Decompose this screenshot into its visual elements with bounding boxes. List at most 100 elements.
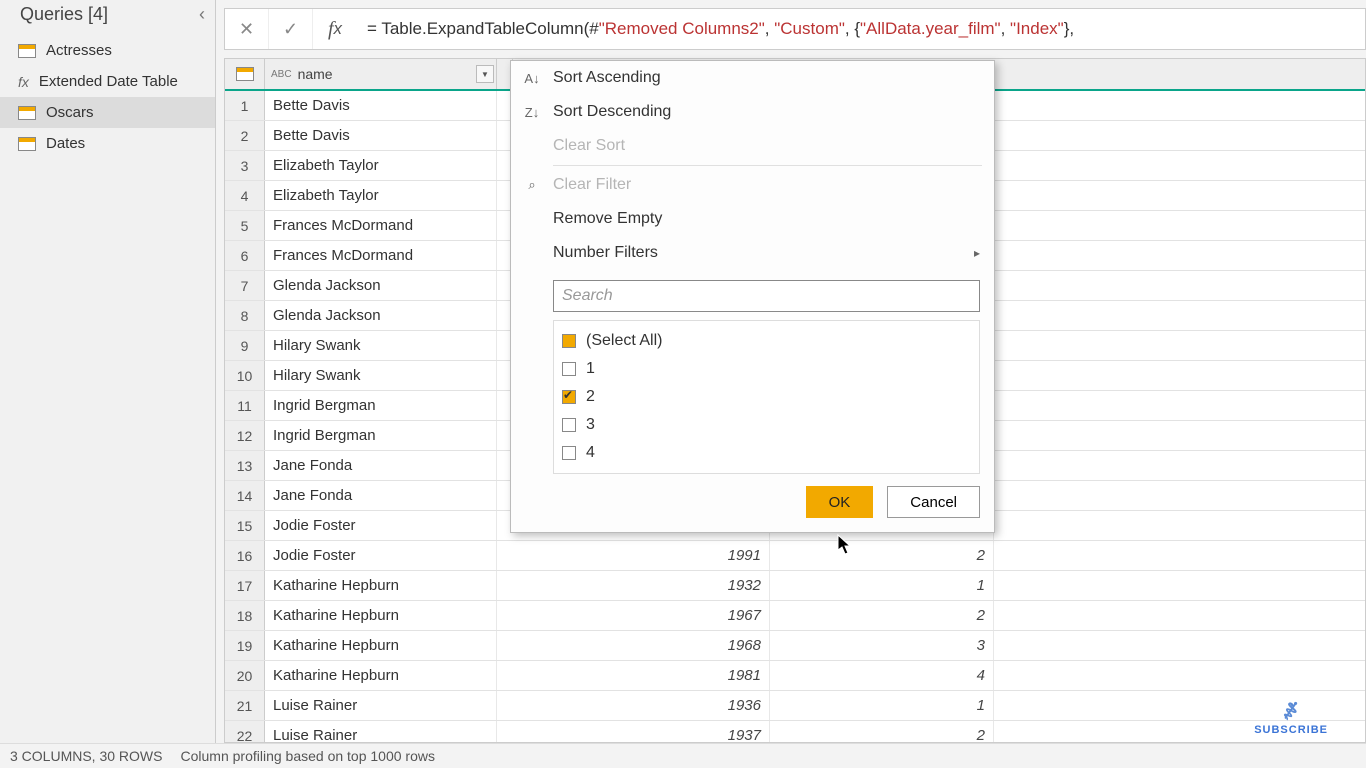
cell-name[interactable]: Katharine Hepburn — [265, 661, 497, 690]
row-number: 21 — [225, 691, 265, 720]
cancel-formula-button[interactable]: ✕ — [225, 9, 269, 49]
cell-index[interactable]: 1 — [770, 691, 994, 720]
query-item-dates[interactable]: Dates — [0, 128, 215, 159]
number-filters-item[interactable]: Number Filters — [511, 236, 994, 270]
table-row[interactable]: 22Luise Rainer19372 — [225, 721, 1365, 743]
type-text-icon: ABC — [271, 69, 292, 80]
cell-year[interactable]: 1981 — [497, 661, 770, 690]
clear-filter-item: ⌕ Clear Filter — [511, 168, 994, 202]
cell-name[interactable]: Bette Davis — [265, 91, 497, 120]
cell-index[interactable]: 4 — [770, 661, 994, 690]
ok-button[interactable]: OK — [806, 486, 874, 518]
queries-panel: Queries [4] ‹ Actresses fx Extended Date T… — [0, 0, 216, 743]
column-header-name[interactable]: ABC name ▼ — [265, 59, 497, 89]
status-profiling: Column profiling based on top 1000 rows — [180, 748, 435, 764]
row-number: 12 — [225, 421, 265, 450]
checkbox-icon[interactable] — [562, 418, 576, 432]
cell-year[interactable]: 1991 — [497, 541, 770, 570]
table-row[interactable]: 21Luise Rainer19361 — [225, 691, 1365, 721]
filter-search-input[interactable]: Search — [553, 280, 980, 312]
cell-index[interactable]: 3 — [770, 631, 994, 660]
query-label: Actresses — [46, 42, 112, 59]
table-row[interactable]: 20Katharine Hepburn19814 — [225, 661, 1365, 691]
cell-name[interactable]: Glenda Jackson — [265, 301, 497, 330]
accept-formula-button[interactable]: ✓ — [269, 9, 313, 49]
cell-name[interactable]: Frances McDormand — [265, 211, 497, 240]
cell-year[interactable]: 1967 — [497, 601, 770, 630]
row-number: 1 — [225, 91, 265, 120]
filter-value-label: 1 — [586, 360, 595, 378]
fx-icon[interactable]: fx — [313, 18, 357, 41]
query-item-extended-date-table[interactable]: fx Extended Date Table — [0, 66, 215, 97]
query-label: Dates — [46, 135, 85, 152]
cell-index[interactable]: 2 — [770, 721, 994, 743]
cell-name[interactable]: Elizabeth Taylor — [265, 181, 497, 210]
formula-input[interactable]: = Table.ExpandTableColumn(#"Removed Colu… — [357, 19, 1365, 39]
checkbox-icon[interactable] — [562, 334, 576, 348]
cell-year[interactable]: 1932 — [497, 571, 770, 600]
cell-index[interactable]: 1 — [770, 571, 994, 600]
filter-value-2[interactable]: 2 — [562, 383, 971, 411]
collapse-panel-icon[interactable]: ‹ — [199, 4, 205, 25]
cell-index[interactable]: 2 — [770, 601, 994, 630]
table-row[interactable]: 16Jodie Foster19912 — [225, 541, 1365, 571]
cell-year[interactable]: 1937 — [497, 721, 770, 743]
subscribe-badge[interactable]: ⚕ SUBSCRIBE — [1254, 698, 1328, 736]
table-row[interactable]: 18Katharine Hepburn19672 — [225, 601, 1365, 631]
row-number: 11 — [225, 391, 265, 420]
queries-title: Queries [4] — [20, 4, 108, 25]
fx-icon: fx — [18, 74, 29, 90]
cell-name[interactable]: Glenda Jackson — [265, 271, 497, 300]
cell-year[interactable]: 1968 — [497, 631, 770, 660]
query-label: Extended Date Table — [39, 73, 178, 90]
row-number: 17 — [225, 571, 265, 600]
row-number: 2 — [225, 121, 265, 150]
query-item-oscars[interactable]: Oscars — [0, 97, 215, 128]
row-number: 16 — [225, 541, 265, 570]
filter-value-3[interactable]: 3 — [562, 411, 971, 439]
cell-name[interactable]: Hilary Swank — [265, 331, 497, 360]
row-number: 7 — [225, 271, 265, 300]
row-number: 10 — [225, 361, 265, 390]
cell-name[interactable]: Bette Davis — [265, 121, 497, 150]
table-row[interactable]: 19Katharine Hepburn19683 — [225, 631, 1365, 661]
checkbox-icon[interactable] — [562, 390, 576, 404]
checkbox-icon[interactable] — [562, 446, 576, 460]
filter-value-1[interactable]: 1 — [562, 355, 971, 383]
filter-value-label: 4 — [586, 444, 595, 462]
filter-value-selectall[interactable]: (Select All) — [562, 327, 971, 355]
cell-name[interactable]: Katharine Hepburn — [265, 571, 497, 600]
select-all-corner[interactable] — [225, 59, 265, 89]
cancel-button[interactable]: Cancel — [887, 486, 980, 518]
sort-ascending-item[interactable]: A↓ Sort Ascending — [511, 61, 994, 95]
cell-year[interactable]: 1936 — [497, 691, 770, 720]
cell-name[interactable]: Jane Fonda — [265, 451, 497, 480]
table-icon — [18, 44, 36, 58]
cell-name[interactable]: Jodie Foster — [265, 541, 497, 570]
cell-name[interactable]: Katharine Hepburn — [265, 631, 497, 660]
filter-value-label: 3 — [586, 416, 595, 434]
filter-value-4[interactable]: 4 — [562, 439, 971, 467]
row-number: 19 — [225, 631, 265, 660]
table-row[interactable]: 17Katharine Hepburn19321 — [225, 571, 1365, 601]
cell-name[interactable]: Jodie Foster — [265, 511, 497, 540]
remove-empty-item[interactable]: Remove Empty — [511, 202, 994, 236]
filter-values-list: (Select All) 1 2 3 4 — [553, 320, 980, 474]
checkbox-icon[interactable] — [562, 362, 576, 376]
query-item-actresses[interactable]: Actresses — [0, 35, 215, 66]
column-filter-dropdown[interactable]: ▼ — [476, 65, 494, 83]
query-label: Oscars — [46, 104, 94, 121]
cell-name[interactable]: Elizabeth Taylor — [265, 151, 497, 180]
row-number: 6 — [225, 241, 265, 270]
cell-name[interactable]: Jane Fonda — [265, 481, 497, 510]
cell-name[interactable]: Katharine Hepburn — [265, 601, 497, 630]
cell-index[interactable]: 2 — [770, 541, 994, 570]
cell-name[interactable]: Luise Rainer — [265, 721, 497, 743]
cell-name[interactable]: Luise Rainer — [265, 691, 497, 720]
cell-name[interactable]: Frances McDormand — [265, 241, 497, 270]
cell-name[interactable]: Ingrid Bergman — [265, 391, 497, 420]
cell-name[interactable]: Hilary Swank — [265, 361, 497, 390]
row-number: 5 — [225, 211, 265, 240]
cell-name[interactable]: Ingrid Bergman — [265, 421, 497, 450]
sort-descending-item[interactable]: Z↓ Sort Descending — [511, 95, 994, 129]
